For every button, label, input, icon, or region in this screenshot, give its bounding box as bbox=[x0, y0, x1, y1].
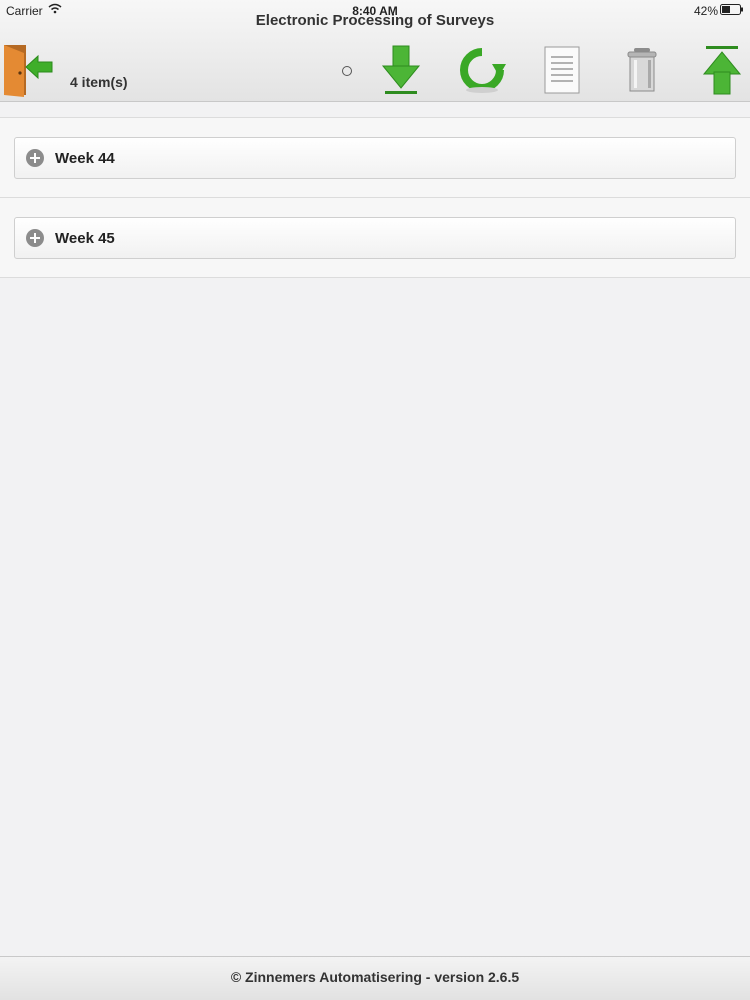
status-time: 8:40 AM bbox=[352, 4, 398, 18]
download-icon bbox=[381, 45, 421, 94]
document-button[interactable] bbox=[536, 42, 588, 98]
battery-percentage: 42% bbox=[693, 4, 718, 18]
week-label: Week 45 bbox=[55, 229, 115, 247]
expand-plus-icon bbox=[26, 229, 44, 247]
week-label: Week 44 bbox=[55, 149, 115, 167]
battery-icon bbox=[720, 4, 743, 15]
status-bar: Carrier 8:40 AM 42% bbox=[0, 0, 750, 20]
activity-indicator bbox=[342, 66, 352, 76]
expand-plus-icon bbox=[26, 149, 44, 167]
trash-icon bbox=[627, 48, 657, 92]
item-count: 4 item(s) bbox=[70, 74, 128, 90]
refresh-button[interactable] bbox=[456, 42, 508, 98]
collapsible-week-45[interactable]: Week 45 bbox=[14, 217, 736, 259]
collapsible-week-44[interactable]: Week 44 bbox=[14, 137, 736, 179]
footer-copyright: © Zinnemers Automatisering - version 2.6… bbox=[0, 956, 750, 1000]
exit-button[interactable] bbox=[2, 42, 54, 98]
upload-button[interactable] bbox=[696, 42, 748, 98]
document-icon bbox=[544, 46, 580, 94]
exit-door-icon bbox=[4, 45, 53, 97]
refresh-icon bbox=[460, 48, 506, 93]
download-button[interactable] bbox=[375, 42, 427, 98]
upload-icon bbox=[702, 46, 742, 95]
delete-button[interactable] bbox=[616, 42, 668, 98]
